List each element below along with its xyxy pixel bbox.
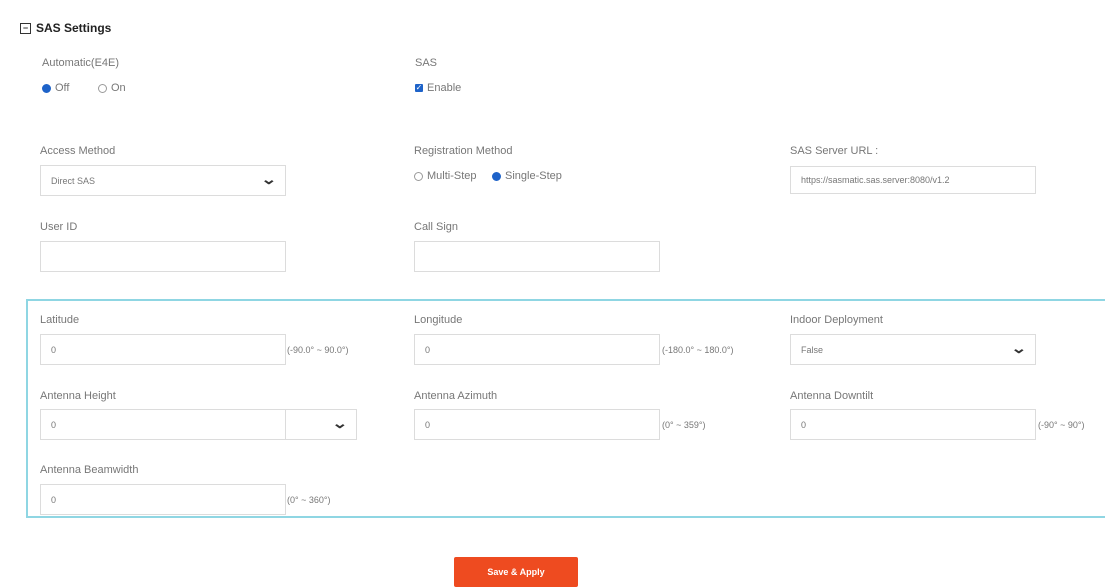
user-id-input[interactable] — [40, 241, 286, 272]
chevron-down-icon: ⌄ — [260, 171, 278, 187]
indoor-deployment-label: Indoor Deployment — [790, 314, 883, 326]
user-id-label: User ID — [40, 221, 78, 233]
radio-unselected-icon — [414, 171, 423, 181]
antenna-height-label: Antenna Height — [40, 390, 116, 402]
antenna-beamwidth-range: (0° ~ 360°) — [287, 495, 331, 505]
registration-single-step-radio[interactable]: Single-Step — [492, 170, 562, 182]
antenna-downtilt-range: (-90° ~ 90°) — [1038, 420, 1085, 430]
section-header: − SAS Settings — [20, 21, 111, 35]
section-title: SAS Settings — [36, 21, 112, 35]
longitude-label: Longitude — [414, 314, 463, 326]
call-sign-label: Call Sign — [414, 221, 459, 233]
registration-single-step-label: Single-Step — [505, 170, 562, 182]
latitude-input[interactable]: 0 — [40, 334, 286, 365]
sas-server-url-input[interactable]: https://sasmatic.sas.server:8080/v1.2 — [790, 166, 1036, 194]
indoor-deployment-value: False — [801, 344, 824, 355]
antenna-height-input[interactable]: 0 — [40, 409, 286, 440]
registration-multi-step-label: Multi-Step — [427, 170, 477, 182]
automatic-on-label: On — [111, 82, 126, 94]
longitude-range: (-180.0° ~ 180.0°) — [662, 345, 734, 355]
checkbox-checked-icon: ✓ — [415, 83, 423, 92]
automatic-off-radio[interactable]: Off — [42, 82, 69, 94]
sas-server-url-label: SAS Server URL : — [790, 145, 879, 157]
antenna-height-unit-select[interactable]: ⌄ — [285, 409, 357, 440]
antenna-downtilt-input[interactable]: 0 — [790, 409, 1036, 440]
access-method-select[interactable]: Direct SAS ⌄ — [40, 165, 286, 196]
automatic-label: Automatic(E4E) — [42, 57, 120, 69]
registration-multi-step-radio[interactable]: Multi-Step — [414, 170, 477, 182]
chevron-down-icon: ⌄ — [1010, 340, 1028, 356]
indoor-deployment-select[interactable]: False ⌄ — [790, 334, 1036, 365]
antenna-downtilt-label: Antenna Downtilt — [790, 390, 874, 402]
sas-label: SAS — [415, 57, 438, 69]
antenna-azimuth-range: (0° ~ 359°) — [662, 420, 706, 430]
access-method-value: Direct SAS — [51, 175, 96, 186]
antenna-beamwidth-label: Antenna Beamwidth — [40, 464, 139, 476]
access-method-label: Access Method — [40, 145, 116, 157]
latitude-label: Latitude — [40, 314, 80, 326]
call-sign-input[interactable] — [414, 241, 660, 272]
antenna-azimuth-label: Antenna Azimuth — [414, 390, 498, 402]
longitude-input[interactable]: 0 — [414, 334, 660, 365]
sas-enable-label: Enable — [427, 82, 462, 94]
antenna-azimuth-input[interactable]: 0 — [414, 409, 660, 440]
latitude-range: (-90.0° ~ 90.0°) — [287, 345, 349, 355]
save-apply-button[interactable]: Save & Apply — [454, 557, 578, 587]
radio-unselected-icon — [98, 83, 107, 93]
automatic-on-radio[interactable]: On — [98, 82, 126, 94]
antenna-beamwidth-input[interactable]: 0 — [40, 484, 286, 515]
chevron-down-icon: ⌄ — [331, 415, 349, 431]
sas-enable-checkbox[interactable]: ✓ Enable — [415, 82, 461, 94]
registration-method-label: Registration Method — [414, 145, 513, 157]
radio-selected-icon — [42, 83, 51, 93]
collapse-icon[interactable]: − — [20, 22, 31, 34]
radio-selected-icon — [492, 171, 501, 181]
automatic-off-label: Off — [55, 82, 70, 94]
